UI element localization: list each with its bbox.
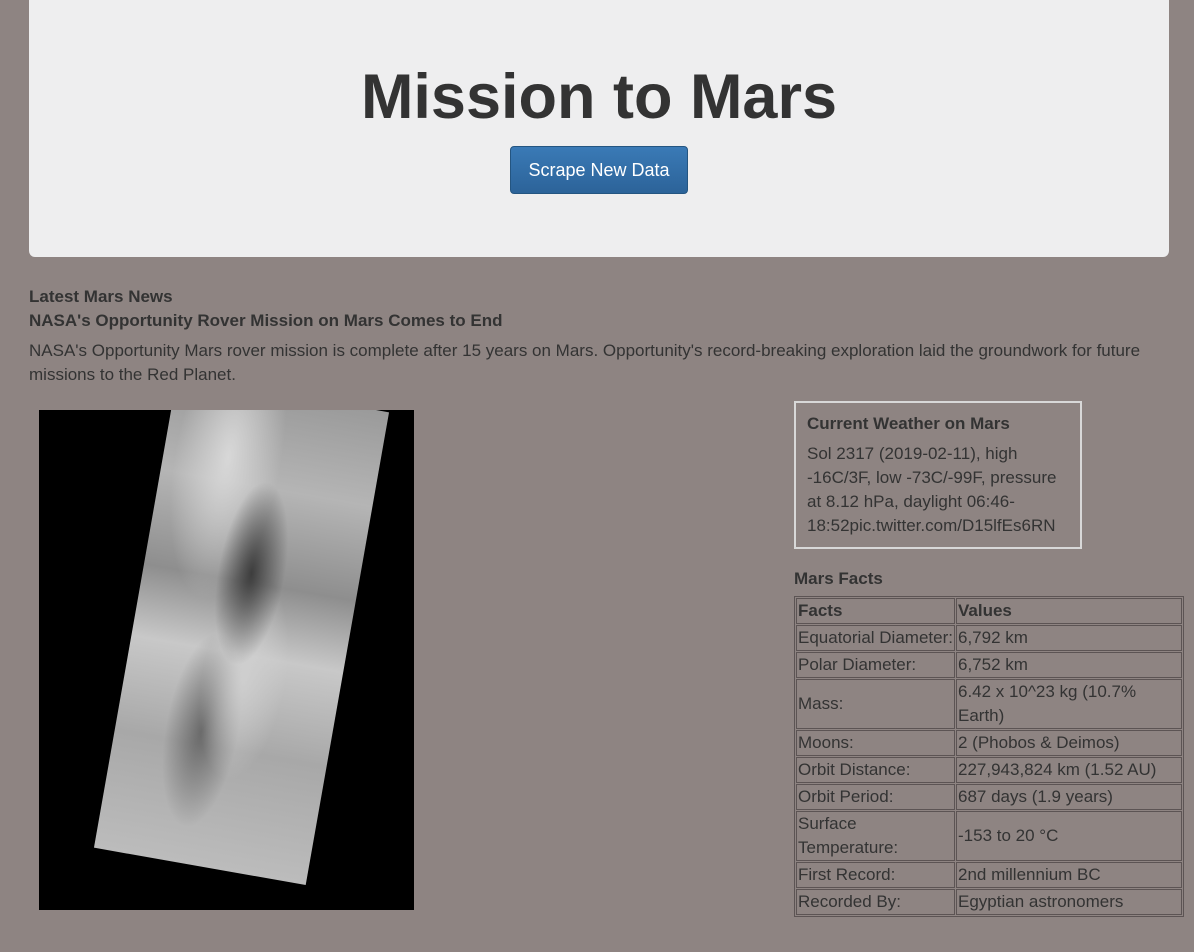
column-header-facts: Facts [796,598,955,624]
mars-surface-strip [93,410,390,886]
fact-value: -153 to 20 °C [956,811,1182,861]
table-row: Orbit Distance: 227,943,824 km (1.52 AU) [796,757,1182,783]
fact-value: 6,792 km [956,625,1182,651]
fact-value: 6.42 x 10^23 kg (10.7% Earth) [956,679,1182,729]
table-row: Surface Temperature: -153 to 20 °C [796,811,1182,861]
jumbotron-header: Mission to Mars Scrape New Data [29,0,1169,257]
table-row: Recorded By: Egyptian astronomers [796,889,1182,915]
fact-label: Surface Temperature: [796,811,955,861]
fact-value: Egyptian astronomers [956,889,1182,915]
column-header-values: Values [956,598,1182,624]
fact-value: 6,752 km [956,652,1182,678]
table-row: First Record: 2nd millennium BC [796,862,1182,888]
table-header-row: Facts Values [796,598,1182,624]
scrape-new-data-button[interactable]: Scrape New Data [510,146,688,194]
fact-value: 2 (Phobos & Deimos) [956,730,1182,756]
fact-label: Moons: [796,730,955,756]
fact-value: 687 days (1.9 years) [956,784,1182,810]
fact-value: 227,943,824 km (1.52 AU) [956,757,1182,783]
news-section: Latest Mars News NASA's Opportunity Rove… [29,285,1165,387]
fact-label: Orbit Distance: [796,757,955,783]
weather-text: Sol 2317 (2019-02-11), high -16C/3F, low… [807,444,1057,535]
table-row: Moons: 2 (Phobos & Deimos) [796,730,1182,756]
news-section-heading: Latest Mars News [29,287,173,306]
featured-mars-image [39,410,414,910]
fact-label: Mass: [796,679,955,729]
fact-value: 2nd millennium BC [956,862,1182,888]
news-paragraph: NASA's Opportunity Mars rover mission is… [29,341,1141,384]
table-row: Mass: 6.42 x 10^23 kg (10.7% Earth) [796,679,1182,729]
fact-label: Orbit Period: [796,784,955,810]
table-row: Equatorial Diameter: 6,792 km [796,625,1182,651]
fact-label: Polar Diameter: [796,652,955,678]
fact-label: Equatorial Diameter: [796,625,955,651]
facts-heading: Mars Facts [794,569,883,588]
mars-facts-table: Facts Values Equatorial Diameter: 6,792 … [794,596,1184,917]
table-row: Orbit Period: 687 days (1.9 years) [796,784,1182,810]
fact-label: First Record: [796,862,955,888]
weather-heading: Current Weather on Mars [807,414,1010,433]
fact-label: Recorded By: [796,889,955,915]
weather-box: Current Weather on Mars Sol 2317 (2019-0… [794,401,1082,549]
table-row: Polar Diameter: 6,752 km [796,652,1182,678]
news-title: NASA's Opportunity Rover Mission on Mars… [29,311,503,330]
page-title: Mission to Mars [360,62,838,132]
